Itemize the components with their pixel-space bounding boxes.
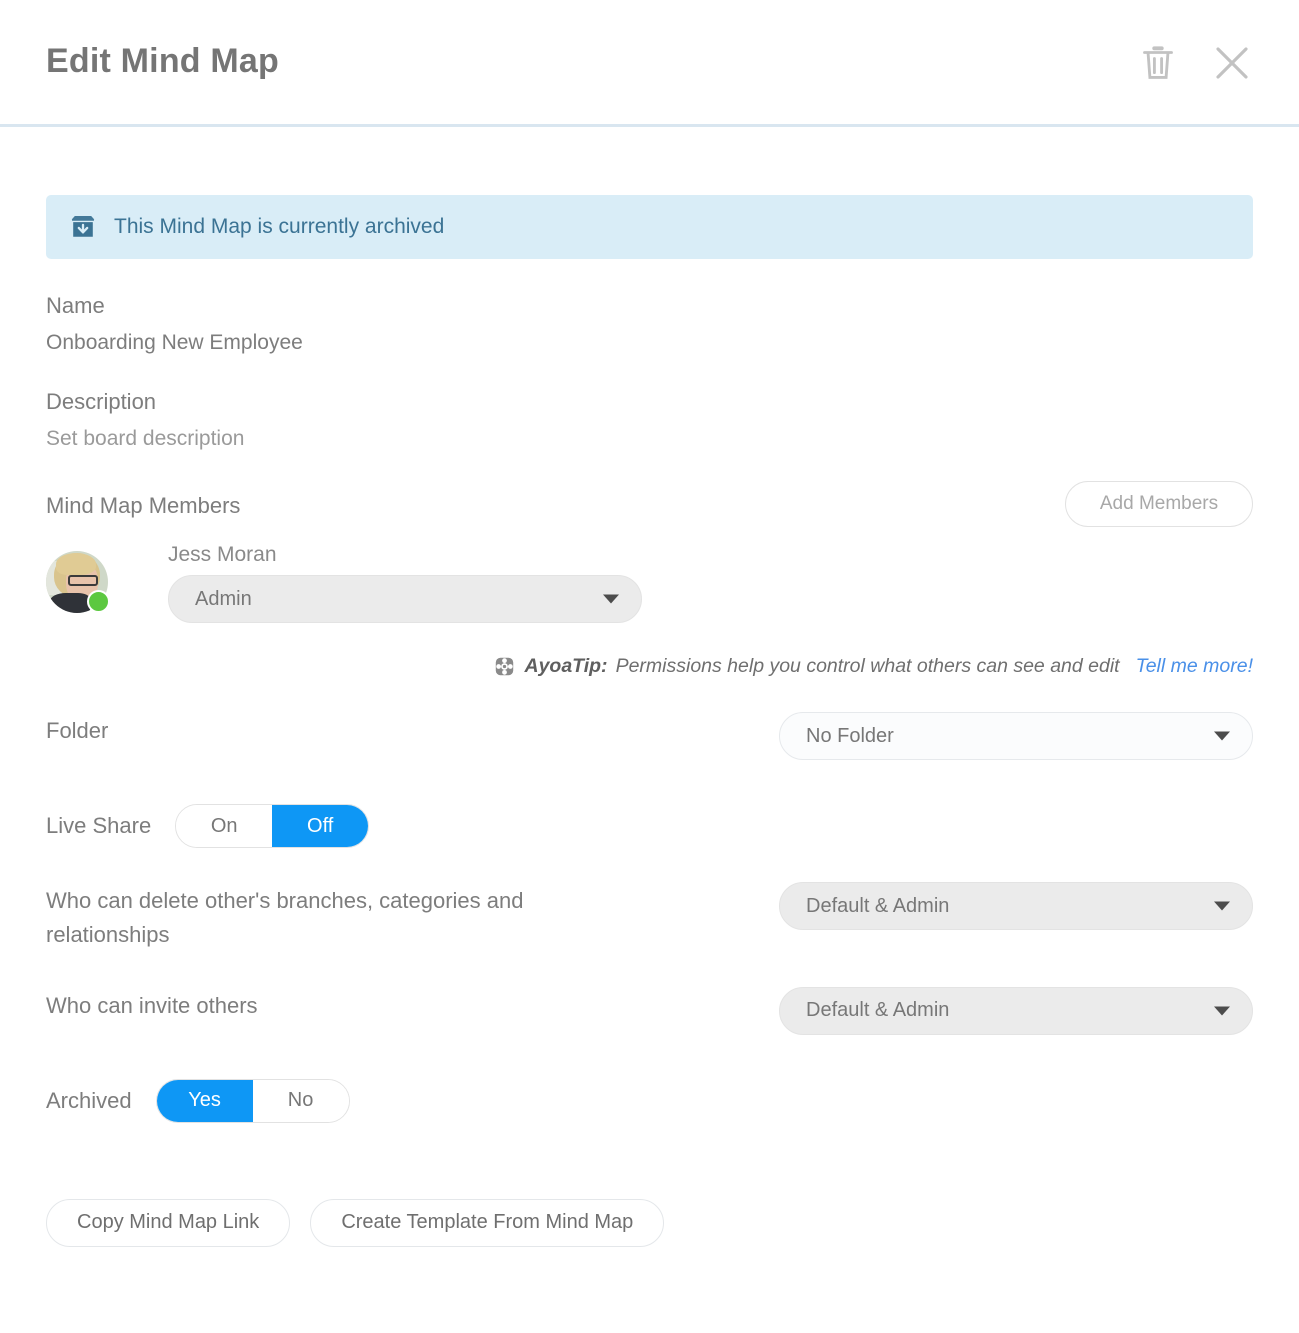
dialog-body: This Mind Map is currently archived Name… bbox=[0, 195, 1299, 1247]
ayoa-logo-icon bbox=[494, 657, 514, 677]
close-dialog-button[interactable] bbox=[1209, 38, 1255, 88]
live-share-option-off[interactable]: Off bbox=[272, 805, 369, 847]
name-value[interactable]: Onboarding New Employee bbox=[46, 331, 1253, 355]
create-template-button[interactable]: Create Template From Mind Map bbox=[310, 1198, 665, 1247]
invite-permission-row: Who can invite others Default & Admin bbox=[46, 986, 1253, 1039]
tell-me-more-link[interactable]: Tell me more! bbox=[1136, 655, 1253, 678]
archived-banner: This Mind Map is currently archived bbox=[46, 195, 1253, 259]
archive-box-icon bbox=[68, 212, 98, 242]
delete-permission-label: Who can delete other's branches, categor… bbox=[46, 888, 524, 948]
ayoa-tip-text: Permissions help you control what others… bbox=[615, 655, 1120, 677]
chevron-down-icon bbox=[1214, 1006, 1230, 1016]
name-label: Name bbox=[46, 293, 105, 318]
add-members-button[interactable]: Add Members bbox=[1065, 481, 1253, 527]
folder-value: No Folder bbox=[806, 724, 894, 747]
delete-permission-value: Default & Admin bbox=[806, 894, 950, 917]
chevron-down-icon bbox=[1214, 731, 1230, 741]
avatar bbox=[46, 551, 110, 613]
chevron-down-icon bbox=[603, 594, 619, 604]
online-status-indicator bbox=[87, 590, 110, 613]
footer-actions: Copy Mind Map Link Create Template From … bbox=[46, 1198, 1253, 1247]
dialog-header: Edit Mind Map bbox=[0, 0, 1299, 127]
description-value[interactable]: Set board description bbox=[46, 427, 1253, 451]
delete-permission-row: Who can delete other's branches, categor… bbox=[46, 882, 1253, 953]
delete-permission-dropdown[interactable]: Default & Admin bbox=[779, 882, 1253, 930]
close-icon bbox=[1211, 42, 1253, 84]
members-label: Mind Map Members bbox=[46, 493, 241, 518]
archived-banner-text: This Mind Map is currently archived bbox=[114, 215, 445, 238]
trash-icon bbox=[1140, 43, 1176, 83]
live-share-toggle[interactable]: On Off bbox=[175, 804, 370, 848]
copy-mindmap-link-button[interactable]: Copy Mind Map Link bbox=[46, 1198, 291, 1247]
archived-label: Archived bbox=[46, 1087, 132, 1113]
member-list-item: Jess Moran Admin bbox=[46, 543, 1253, 623]
archived-row: Archived Yes No bbox=[46, 1078, 1253, 1123]
members-header: Mind Map Members Add Members bbox=[46, 481, 1253, 527]
member-role-value: Admin bbox=[195, 587, 252, 610]
live-share-row: Live Share On Off bbox=[46, 804, 1253, 848]
delete-mindmap-button[interactable] bbox=[1135, 38, 1181, 88]
member-role-dropdown[interactable]: Admin bbox=[168, 575, 642, 623]
ayoa-tip-prefix: AyoaTip: bbox=[524, 655, 608, 677]
invite-permission-label: Who can invite others bbox=[46, 992, 258, 1018]
chevron-down-icon bbox=[1214, 901, 1230, 911]
folder-row: Folder No Folder bbox=[46, 712, 1253, 764]
live-share-label: Live Share bbox=[46, 813, 152, 838]
archived-option-yes[interactable]: Yes bbox=[156, 1079, 253, 1122]
page-title: Edit Mind Map bbox=[46, 42, 280, 80]
invite-permission-value: Default & Admin bbox=[806, 999, 950, 1022]
live-share-option-on[interactable]: On bbox=[176, 805, 273, 847]
description-label: Description bbox=[46, 389, 157, 414]
member-name: Jess Moran bbox=[168, 543, 277, 566]
header-actions bbox=[1135, 38, 1255, 88]
folder-dropdown[interactable]: No Folder bbox=[779, 712, 1253, 760]
invite-permission-dropdown[interactable]: Default & Admin bbox=[779, 986, 1253, 1035]
archived-toggle[interactable]: Yes No bbox=[155, 1078, 350, 1123]
archived-option-no[interactable]: No bbox=[252, 1079, 349, 1122]
ayoa-tip: AyoaTip: Permissions help you control wh… bbox=[46, 655, 1253, 678]
folder-label: Folder bbox=[46, 718, 109, 743]
